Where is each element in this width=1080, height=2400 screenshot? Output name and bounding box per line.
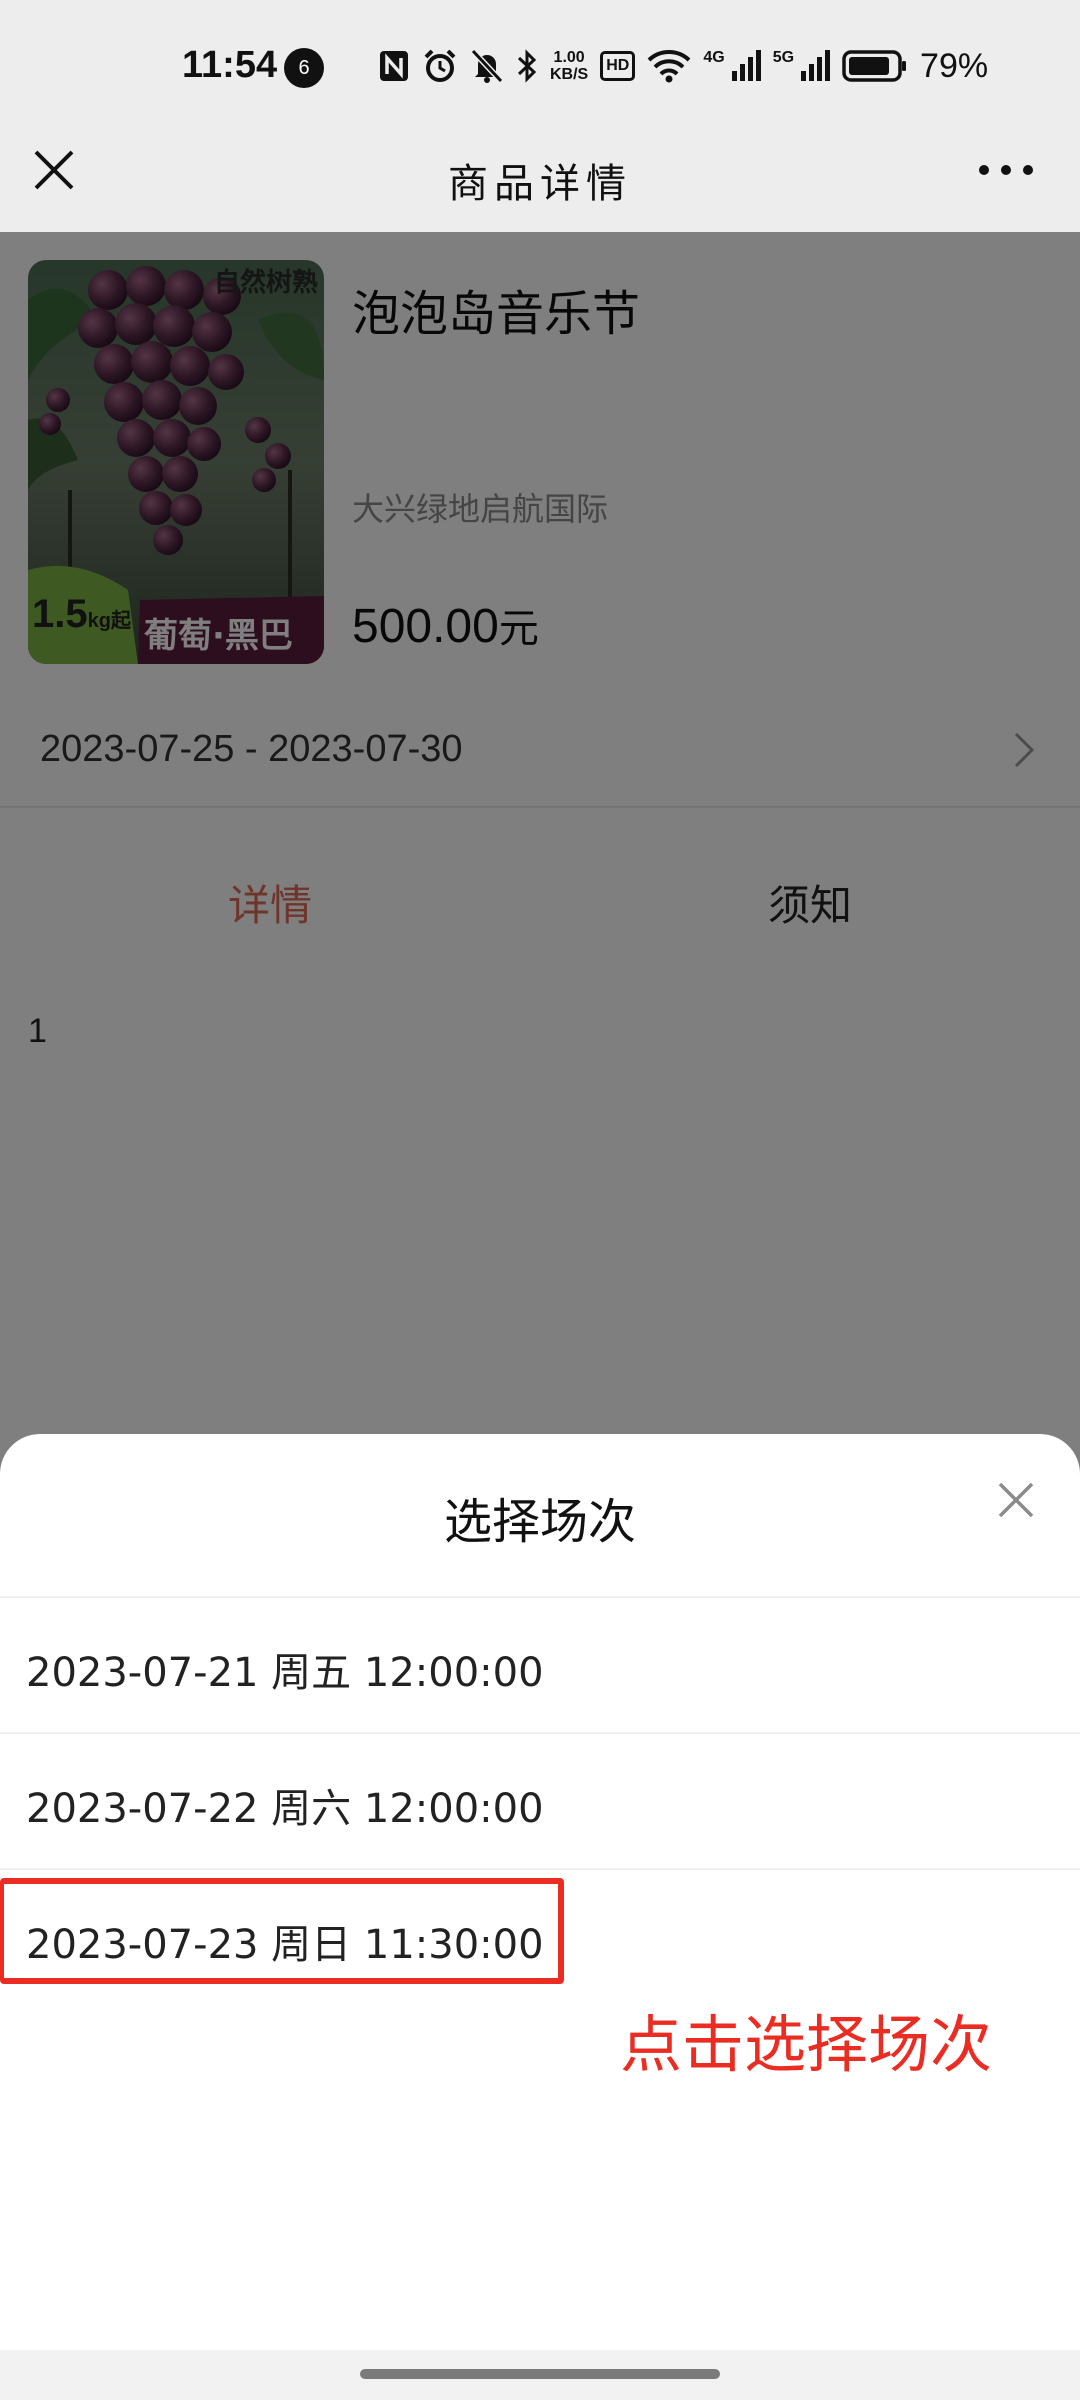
network-speed-unit: KB/S — [550, 66, 589, 83]
page-title: 商品详情 — [448, 161, 632, 207]
session-option-label: 2023-07-21 周五 12:00:00 — [26, 1650, 544, 1696]
tutorial-annotation: 点击选择场次 — [620, 2008, 993, 2081]
session-option[interactable]: 2023-07-21 周五 12:00:00 — [0, 1598, 1080, 1732]
network-speed: 1.00 KB/S — [550, 49, 588, 83]
signal-icon — [731, 50, 761, 81]
more-icon[interactable] — [976, 156, 1036, 184]
mute-icon — [470, 48, 504, 84]
app-screen: 11:54 6 1.00 KB/S HD 4G 5G 79% 商品详情 选择场次… — [0, 0, 1080, 2400]
notification-count-badge: 6 — [284, 48, 324, 88]
session-option-label: 2023-07-22 周六 12:00:00 — [26, 1786, 544, 1832]
session-picker-sheet: 选择场次 2023-07-21 周五 12:00:00 2023-07-22 周… — [0, 1434, 1080, 2400]
signal-icon — [801, 50, 831, 81]
wifi-icon — [647, 50, 691, 83]
battery-icon — [842, 50, 907, 82]
nfc-icon — [380, 51, 408, 81]
status-time: 11:54 — [182, 44, 278, 86]
close-icon[interactable] — [994, 1478, 1038, 1522]
home-gesture-handle[interactable] — [360, 2369, 720, 2379]
session-option[interactable]: 2023-07-22 周六 12:00:00 — [0, 1734, 1080, 1868]
battery-percent: 79% — [920, 46, 989, 85]
hd-voice-badge: HD — [600, 51, 636, 81]
sheet-title: 选择场次 — [443, 1494, 636, 1550]
tutorial-highlight-box — [0, 1878, 564, 1984]
status-icons: 1.00 KB/S HD 4G 5G 79% — [378, 44, 988, 88]
network-speed-value: 1.00 — [553, 49, 585, 66]
alarm-icon — [424, 49, 456, 82]
bluetooth-icon — [517, 49, 537, 83]
signal-2-label: 5G — [772, 49, 795, 66]
signal-1-label: 4G — [703, 49, 725, 66]
